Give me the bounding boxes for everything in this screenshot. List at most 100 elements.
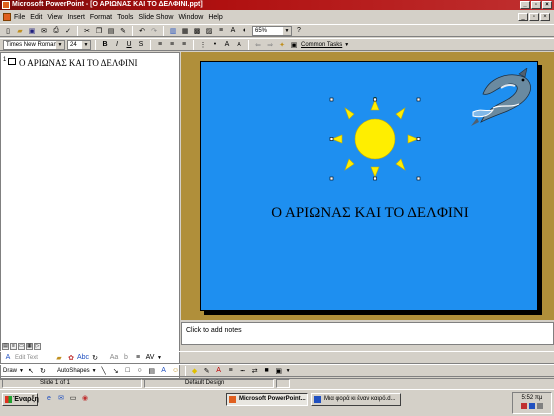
same-height-icon[interactable]: Aa [109,353,119,363]
fill-color-icon[interactable]: ◆ [190,366,200,376]
alignment-icon[interactable]: ≡ [133,353,143,363]
line-color-icon[interactable]: ✎ [202,366,212,376]
edit-text-button[interactable]: Edit Text [15,355,45,361]
tray-network-icon[interactable] [529,403,535,409]
document-icon[interactable] [3,13,11,21]
show-formatting-icon[interactable]: A [228,26,238,36]
internet-explorer-icon[interactable]: e [44,393,54,403]
menu-file[interactable]: File [14,14,25,21]
notes-pane[interactable]: Click to add notes [181,322,554,345]
outline-view-button[interactable]: ≡ [10,343,17,350]
common-tasks-icon[interactable]: ▣ [289,40,299,50]
expand-all-icon[interactable]: ≡ [216,26,226,36]
autoshapes-menu[interactable]: AutoShapes [57,368,90,374]
shadow-icon[interactable]: S [136,40,146,50]
arrow-icon[interactable]: ↘ [111,366,121,376]
restore-button[interactable]: ▫ [531,1,541,9]
taskbar-task-powerpoint[interactable]: Microsoft PowerPoint... [226,393,308,406]
slide-sorter-button[interactable]: ▦ [26,343,33,350]
italic-icon[interactable]: I [112,40,122,50]
chevron-down-icon[interactable]: ▼ [92,368,97,374]
arrow-style-icon[interactable]: ⇄ [250,366,260,376]
font-size-select[interactable]: 24 ▼ [67,39,91,50]
format-wordart-icon[interactable]: ✿ [66,353,76,363]
tray-volume-icon[interactable] [537,403,543,409]
wordart-shape-icon[interactable]: Abc [77,353,89,363]
spacing-icon[interactable]: AV [145,353,155,363]
grayscale-icon[interactable]: ◐ [240,26,250,36]
outline-pane[interactable]: 1 Ο ΑΡΙΩΝΑΣ ΚΑΙ ΤΟ ΔΕΛΦΙΝΙ [0,52,180,380]
minimize-button[interactable]: _ [520,1,530,9]
menu-insert[interactable]: Insert [67,14,85,21]
normal-view-button[interactable]: ▤ [2,343,9,350]
vertical-text-icon[interactable]: b [121,353,131,363]
tray-app-icon[interactable] [521,403,527,409]
wordart-icon[interactable]: A [3,353,13,363]
line-style-icon[interactable]: ≡ [226,366,236,376]
demote-icon[interactable]: ⇒ [265,40,275,50]
align-right-icon[interactable]: ≡ [179,40,189,50]
start-button[interactable]: Έναρξη [2,393,39,406]
insert-picture-icon[interactable]: ▨ [204,26,214,36]
oval-icon[interactable]: ○ [135,366,145,376]
underline-icon[interactable]: U [124,40,134,50]
insert-table-icon[interactable]: ▦ [180,26,190,36]
clipart-icon[interactable]: ☺ [171,366,181,376]
close-button[interactable]: × [542,1,552,9]
dolphin-clipart[interactable] [471,68,537,126]
3d-style-icon[interactable]: ▣ [274,366,284,376]
menu-format[interactable]: Format [90,14,112,21]
draw-menu[interactable]: Draw [3,368,17,374]
chevron-down-icon[interactable]: ▼ [286,368,291,374]
shadow-style-icon[interactable]: ■ [262,366,272,376]
numbering-icon[interactable]: ⋮ [198,40,208,50]
tables-borders-icon[interactable]: ▩ [192,26,202,36]
taskbar-task-document[interactable]: Μια φορά κι έναν καιρό.d... [311,393,401,406]
doc-restore-button[interactable]: ▫ [529,13,539,21]
font-color-icon[interactable]: A [214,366,224,376]
copy-icon[interactable]: ❐ [94,26,104,36]
free-rotate-tool-icon[interactable]: ↻ [38,366,48,376]
new-icon[interactable]: ▯ [3,26,13,36]
font-select[interactable]: Times New Roman ▼ [3,39,65,50]
line-icon[interactable]: ╲ [99,366,109,376]
doc-minimize-button[interactable]: _ [518,13,528,21]
bold-icon[interactable]: B [100,40,110,50]
save-icon[interactable]: ▣ [27,26,37,36]
help-icon[interactable]: ? [294,26,304,36]
menu-tools[interactable]: Tools [117,14,133,21]
email-icon[interactable]: ✉ [39,26,49,36]
chevron-down-icon[interactable]: ▼ [157,355,162,361]
powerpoint-app-icon[interactable] [2,1,10,9]
decrease-font-icon[interactable]: A [234,40,244,50]
animation-effects-icon[interactable]: ✦ [277,40,287,50]
menu-help[interactable]: Help [208,14,222,21]
select-objects-icon[interactable]: ↖ [26,366,36,376]
clock[interactable]: 5:52 πμ [522,395,543,401]
chevron-down-icon[interactable]: ▼ [344,42,349,48]
textbox-icon[interactable]: ▤ [147,366,157,376]
dash-style-icon[interactable]: ┅ [238,366,248,376]
redo-icon[interactable]: ↷ [149,26,159,36]
align-center-icon[interactable]: ≡ [167,40,177,50]
chevron-down-icon[interactable]: ▼ [19,368,24,374]
menu-view[interactable]: View [47,14,62,21]
zoom-select[interactable]: 65% ▼ [252,25,292,36]
wordart-insert-icon[interactable]: A [159,366,169,376]
cut-icon[interactable]: ✂ [82,26,92,36]
channels-icon[interactable]: ◉ [80,393,90,403]
slide-title[interactable]: Ο ΑΡΙΩΝΑΣ ΚΑΙ ΤΟ ΔΕΛΦΙΝΙ [201,205,539,222]
menu-slide-show[interactable]: Slide Show [138,14,173,21]
menu-window[interactable]: Window [178,14,203,21]
open-icon[interactable]: ▰ [15,26,25,36]
paste-icon[interactable]: ▤ [106,26,116,36]
insert-chart-icon[interactable]: ▥ [168,26,178,36]
outlook-express-icon[interactable]: ✉ [56,393,66,403]
doc-close-button[interactable]: × [540,13,550,21]
insert-wordart-icon[interactable]: ▰ [54,353,64,363]
slide-show-button[interactable]: ▷ [34,343,41,350]
common-tasks-button[interactable]: Common Tasks [301,42,342,48]
menu-edit[interactable]: Edit [30,14,42,21]
format-painter-icon[interactable]: ✎ [118,26,128,36]
slide-view-button[interactable]: ▭ [18,343,25,350]
